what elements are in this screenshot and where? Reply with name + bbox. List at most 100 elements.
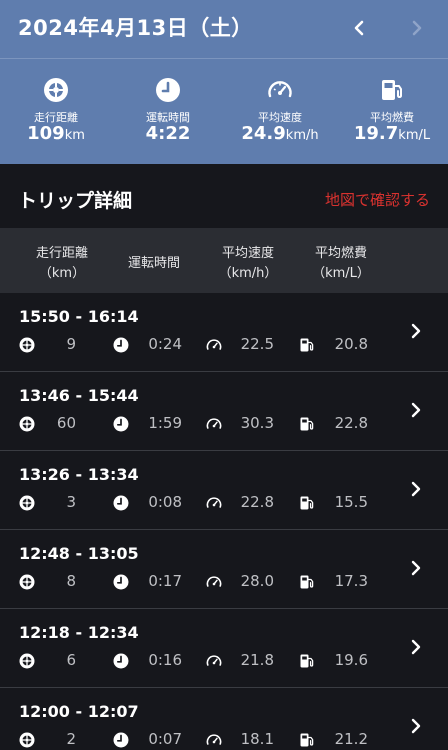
chevron-right-icon — [412, 20, 422, 36]
trip-time-range: 13:46 - 15:44 — [19, 386, 139, 405]
trip-row[interactable]: 13:46 - 15:44 60 1:59 30.3 22.8 — [0, 372, 448, 451]
trip-time-range: 13:26 - 13:34 — [19, 465, 139, 484]
tire-icon — [19, 495, 35, 511]
tire-icon — [19, 416, 35, 432]
trip-time-range: 15:50 - 16:14 — [19, 307, 139, 326]
daily-summary: 走行距離 109km 運転時間 4:22 平均速度 24.9km/h 平均燃費 … — [0, 59, 448, 164]
col-fuel-unit: （km/L） — [312, 266, 370, 281]
date-bar: 2024年4月13日（土） — [0, 0, 448, 58]
trip-row[interactable]: 12:00 - 12:07 2 0:07 18.1 21.2 — [0, 688, 448, 750]
col-time-label: 運転時間 — [127, 256, 180, 271]
col-speed-label: 平均速度 — [221, 246, 274, 261]
clock-icon — [156, 78, 180, 102]
section-title: トリップ詳細 — [18, 190, 133, 212]
summary-time-value: 4:22 — [145, 123, 191, 144]
trip-row[interactable]: 13:26 - 13:34 3 0:08 22.8 15.5 — [0, 451, 448, 530]
col-distance-label: 走行距離 — [35, 246, 88, 261]
summary-speed-value: 24.9km/h — [241, 123, 319, 144]
trip-distance: 9 — [66, 335, 76, 353]
trip-avg-fuel: 22.8 — [334, 414, 368, 432]
trip-duration: 0:24 — [148, 335, 182, 353]
summary-distance-value: 109km — [27, 123, 85, 144]
speedometer-icon — [206, 655, 222, 666]
col-fuel-label: 平均燃費 — [314, 246, 367, 261]
trip-duration: 0:17 — [148, 572, 182, 590]
view-on-map-link[interactable]: 地図で確認する — [325, 189, 430, 210]
trip-avg-fuel: 15.5 — [334, 493, 368, 511]
fuel-pump-icon — [300, 338, 314, 352]
trip-row[interactable]: 12:48 - 13:05 8 0:17 28.0 17.3 — [0, 530, 448, 609]
clock-icon — [113, 653, 129, 669]
date-title: 2024年4月13日（土） — [18, 16, 253, 40]
summary-drive-time: 運転時間 4:22 — [112, 59, 224, 164]
trip-duration: 0:07 — [148, 730, 182, 748]
fuel-pump-icon — [300, 575, 314, 589]
summary-avg-fuel: 平均燃費 19.7km/L — [336, 59, 448, 164]
trip-avg-speed: 22.8 — [240, 493, 274, 511]
chevron-right-icon[interactable] — [406, 478, 426, 500]
clock-icon — [113, 574, 129, 590]
trip-avg-fuel: 21.2 — [334, 730, 368, 748]
trip-avg-speed: 22.5 — [240, 335, 274, 353]
trip-distance: 6 — [66, 651, 76, 669]
chevron-right-icon[interactable] — [406, 636, 426, 658]
col-speed-unit: （km/h） — [218, 266, 278, 281]
next-day-button[interactable] — [402, 14, 430, 42]
clock-icon — [113, 337, 129, 353]
trip-distance: 8 — [66, 572, 76, 590]
trip-avg-speed: 21.8 — [240, 651, 274, 669]
col-fuel: 平均燃費 （km/L） — [299, 228, 383, 293]
trip-duration: 0:16 — [148, 651, 182, 669]
fuel-pump-icon — [300, 496, 314, 510]
clock-icon — [113, 416, 129, 432]
tire-icon — [19, 574, 35, 590]
col-distance: 走行距離 （km） — [20, 228, 104, 293]
speedometer-icon — [206, 497, 222, 508]
trip-avg-speed: 28.0 — [240, 572, 274, 590]
trip-avg-fuel: 19.6 — [334, 651, 368, 669]
summary-fuel-value: 19.7km/L — [353, 123, 431, 144]
tire-icon — [19, 732, 35, 748]
chevron-right-icon[interactable] — [406, 557, 426, 579]
trip-row[interactable]: 12:18 - 12:34 6 0:16 21.8 19.6 — [0, 609, 448, 688]
tire-icon — [19, 653, 35, 669]
summary-avg-speed: 平均速度 24.9km/h — [224, 59, 336, 164]
trip-time-range: 12:00 - 12:07 — [19, 702, 139, 721]
trip-avg-speed: 18.1 — [240, 730, 274, 748]
tire-icon — [44, 78, 68, 102]
trip-details-header: トリップ詳細 地図で確認する — [0, 164, 448, 228]
trip-avg-fuel: 17.3 — [334, 572, 368, 590]
col-distance-unit: （km） — [38, 266, 86, 281]
tire-icon — [19, 337, 35, 353]
col-speed: 平均速度 （km/h） — [206, 228, 290, 293]
trip-duration: 0:08 — [148, 493, 182, 511]
summary-distance: 走行距離 109km — [0, 59, 112, 164]
chevron-right-icon[interactable] — [406, 320, 426, 342]
trip-distance: 3 — [66, 493, 76, 511]
speedometer-icon — [268, 81, 292, 98]
trip-row[interactable]: 15:50 - 16:14 9 0:24 22.5 20.8 — [0, 293, 448, 372]
trip-duration: 1:59 — [148, 414, 182, 432]
trip-avg-speed: 30.3 — [240, 414, 274, 432]
fuel-pump-icon — [300, 654, 314, 668]
chevron-right-icon[interactable] — [406, 715, 426, 737]
speedometer-icon — [206, 418, 222, 429]
clock-icon — [113, 732, 129, 748]
trip-distance: 2 — [66, 730, 76, 748]
chevron-right-icon[interactable] — [406, 399, 426, 421]
fuel-pump-icon — [300, 733, 314, 747]
clock-icon — [113, 495, 129, 511]
trip-time-range: 12:48 - 13:05 — [19, 544, 139, 563]
chevron-left-icon — [354, 20, 364, 36]
speedometer-icon — [206, 339, 222, 350]
previous-day-button[interactable] — [346, 14, 374, 42]
summary-header: 2024年4月13日（土） 走行距離 109km 運転時間 4:22 平均速度 … — [0, 0, 448, 164]
trip-time-range: 12:18 - 12:34 — [19, 623, 139, 642]
speedometer-icon — [206, 576, 222, 587]
column-header: 走行距離 （km） 運転時間 平均速度 （km/h） 平均燃費 （km/L） — [0, 228, 448, 293]
trip-distance: 60 — [56, 414, 76, 432]
col-time: 運転時間 — [112, 228, 196, 293]
fuel-pump-icon — [382, 80, 402, 100]
speedometer-icon — [206, 734, 222, 745]
trip-avg-fuel: 20.8 — [334, 335, 368, 353]
